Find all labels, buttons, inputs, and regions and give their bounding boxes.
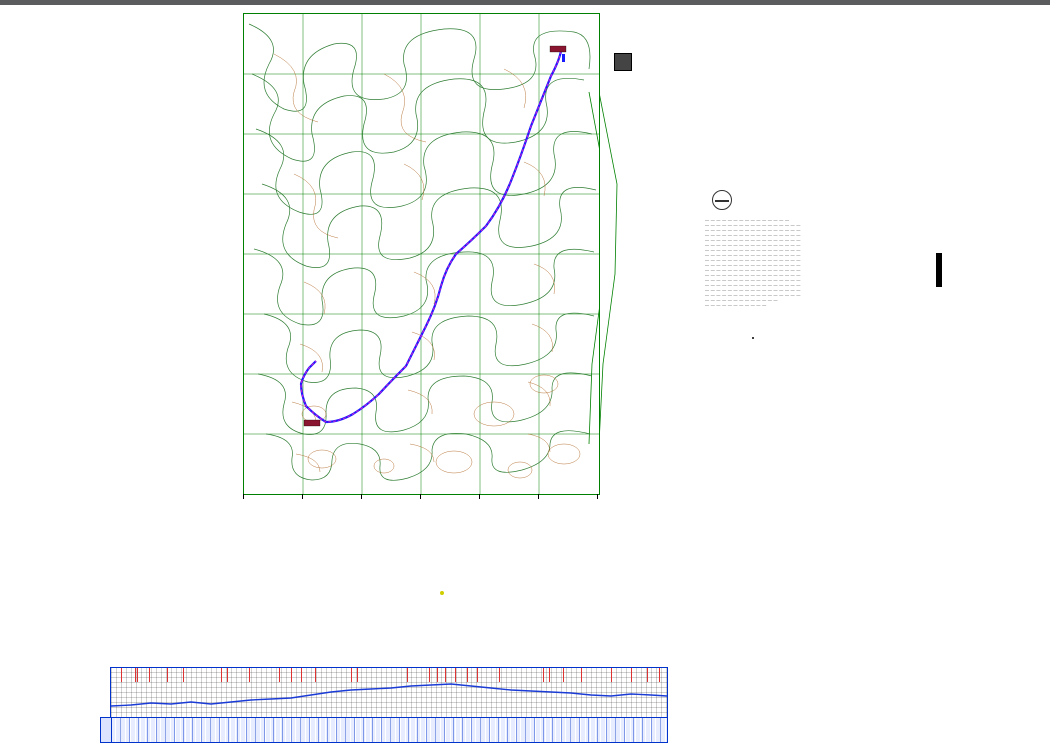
station-start-marker: [304, 420, 320, 426]
alignment-centerline: [301, 51, 561, 422]
legend-swatch: [614, 53, 632, 71]
cad-model-space[interactable]: — — — — — — — — — — — — — — — — — — — — …: [0, 5, 1050, 751]
title-block-dot: [752, 337, 754, 339]
profile-data-band: [110, 717, 668, 743]
profile-view-frame: [110, 667, 668, 719]
plan-view-frame: [243, 13, 600, 495]
title-block: — — — — — — — — — — — — — — — — — — — — …: [705, 217, 815, 307]
databand-label-box: [100, 717, 112, 743]
center-marker-icon: [440, 591, 444, 595]
frame-extension: [599, 14, 639, 494]
north-arrow-icon: [712, 190, 732, 210]
survey-grid: [244, 14, 599, 494]
plan-view-drawing: [244, 14, 599, 494]
sheet-index-bar: [936, 253, 942, 287]
station-end-marker: [550, 46, 566, 52]
profile-line-chart: [111, 668, 667, 718]
